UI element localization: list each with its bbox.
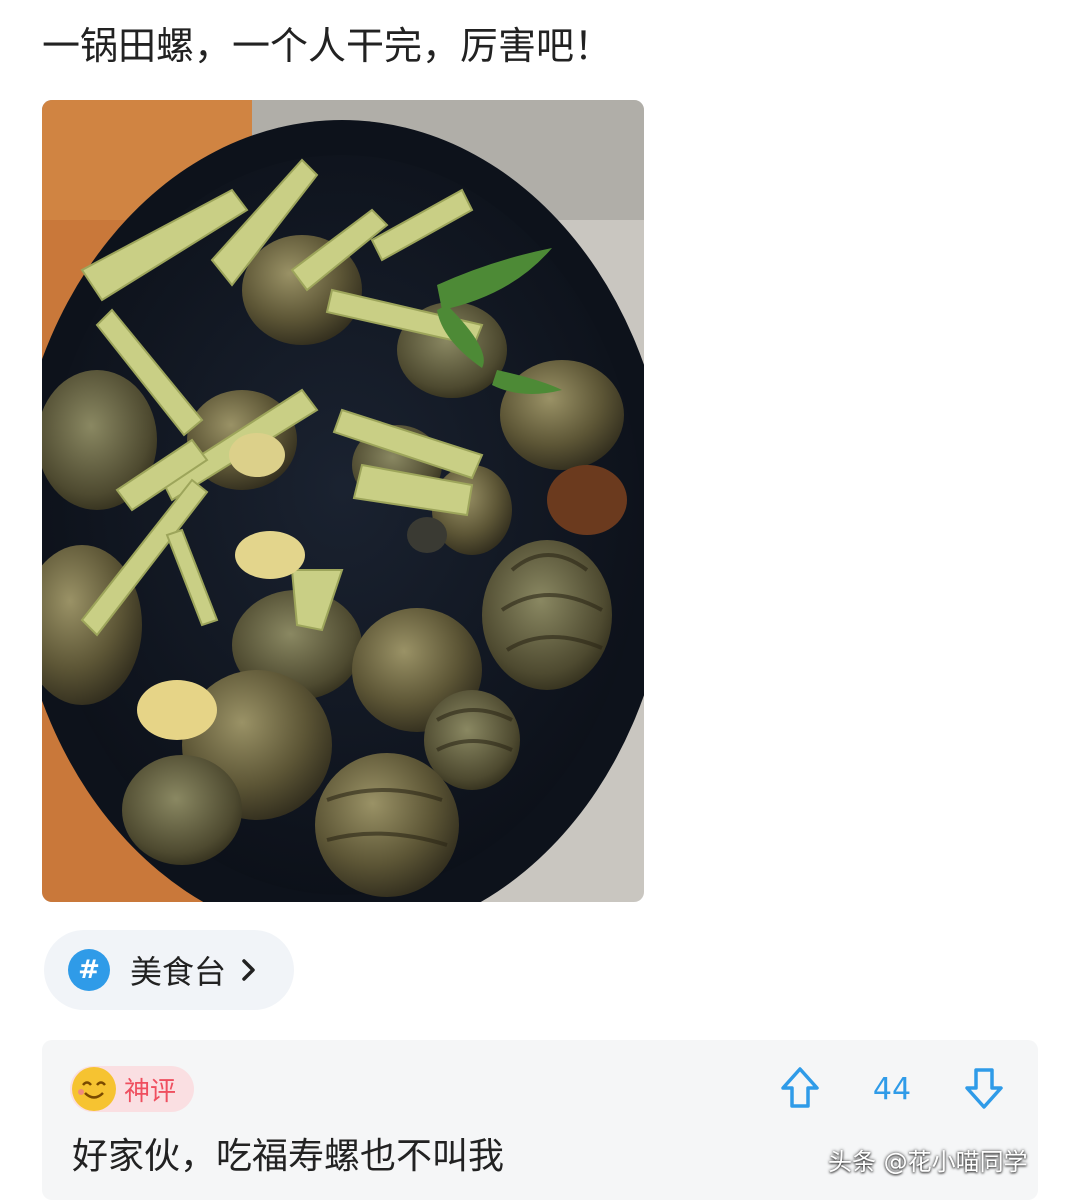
vote-count: 44 [872,1072,912,1107]
downvote-icon[interactable] [964,1066,1004,1114]
watermark: 头条 @花小喵同学 [828,1148,1028,1176]
hash-icon: # [68,949,110,991]
smiley-icon [72,1067,116,1111]
chevron-right-icon [240,957,258,983]
featured-comment-badge: 神评 [70,1066,194,1112]
topic-chip[interactable]: # 美食台 [44,930,294,1010]
comment-text: 好家伙，吃福寿螺也不叫我 [72,1136,505,1177]
upvote-icon[interactable] [780,1066,820,1114]
post-photo[interactable] [42,100,644,902]
topic-label: 美食台 [130,953,227,991]
post-title: 一锅田螺，一个人干完，厉害吧！ [42,24,613,68]
badge-label: 神评 [124,1076,177,1107]
